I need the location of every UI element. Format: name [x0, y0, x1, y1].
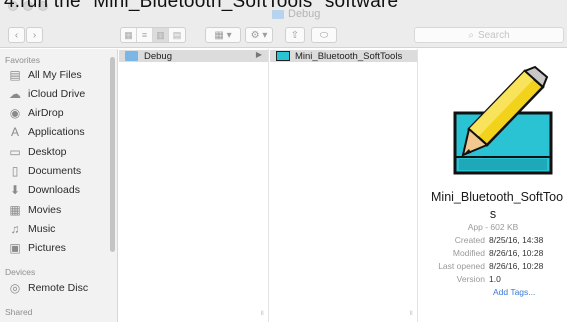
forward-button[interactable]: ›: [26, 27, 43, 43]
sidebar-item-airdrop[interactable]: ◉ AirDrop: [8, 104, 64, 122]
airdrop-icon: ◉: [9, 106, 21, 120]
share-icon: ⇧: [290, 29, 300, 41]
search-placeholder: Search: [477, 29, 510, 41]
sidebar-item-music[interactable]: ♫ Music: [8, 220, 56, 238]
sidebar-item-all-my-files[interactable]: ▤ All My Files: [8, 66, 82, 84]
sidebar-section-devices: Devices: [5, 267, 36, 277]
sidebar-item-downloads[interactable]: ⬇ Downloads: [8, 181, 80, 199]
list-item-label: Debug: [144, 50, 172, 62]
chevron-right-icon: ›: [32, 29, 37, 41]
all-files-icon: ▤: [9, 68, 21, 82]
cover-flow-button[interactable]: ▤: [169, 28, 185, 42]
music-icon: ♫: [10, 222, 20, 236]
sidebar-item-label: Movies: [28, 204, 62, 216]
share-button[interactable]: ⇧: [285, 27, 305, 43]
sidebar-item-label: Documents: [28, 165, 82, 177]
sidebar-item-label: Remote Disc: [28, 282, 89, 294]
folder-icon: [125, 51, 138, 61]
sidebar-scrollbar[interactable]: [110, 57, 115, 252]
column-resize-handle[interactable]: ॥: [260, 309, 264, 318]
applications-icon: A: [10, 125, 19, 139]
cloud-icon: ☁: [9, 87, 21, 101]
sidebar-item-label: Downloads: [28, 184, 80, 196]
list-item-mini-bluetooth-softtools[interactable]: Mini_Bluetooth_SoftTools: [270, 50, 417, 62]
sidebar-item-label: Music: [28, 223, 56, 235]
sidebar-item-label: Desktop: [28, 146, 67, 158]
cover-flow-icon: ▤: [172, 29, 182, 40]
tags-button[interactable]: ⬭: [311, 27, 337, 43]
browser-column-2: Mini_Bluetooth_SoftTools ॥: [270, 49, 418, 322]
meta-modified: Modified 8/26/16, 10:28: [452, 248, 544, 258]
sidebar-item-remote-disc[interactable]: ◎ Remote Disc: [8, 279, 88, 297]
chevron-left-icon: ‹: [14, 29, 19, 41]
sidebar-item-movies[interactable]: ▦ Movies: [8, 201, 61, 219]
meta-last-opened: Last opened 8/26/16, 10:28: [438, 261, 544, 271]
icon-view-icon: ▦: [124, 29, 133, 40]
column-view-icon: ▥: [156, 29, 165, 40]
icon-view-button[interactable]: ▦: [121, 28, 137, 42]
sidebar-item-applications[interactable]: A Applications: [8, 123, 85, 141]
sidebar-item-icloud-drive[interactable]: ☁ iCloud Drive: [8, 85, 85, 103]
meta-created: Created 8/25/16, 14:38: [454, 235, 544, 245]
sidebar-item-label: AirDrop: [28, 107, 64, 119]
preview-file-name-continued: s: [489, 207, 497, 221]
disclosure-arrow-icon: ▶: [255, 50, 262, 59]
list-item-label: Mini_Bluetooth_SoftTools: [295, 50, 403, 62]
disc-icon: ◎: [9, 281, 21, 295]
sidebar-section-favorites: Favorites: [5, 55, 40, 65]
arrange-button[interactable]: ▦ ▾: [205, 27, 241, 43]
documents-icon: ▯: [11, 164, 19, 178]
app-icon: [276, 51, 290, 61]
sidebar-item-desktop[interactable]: ▭ Desktop: [8, 143, 67, 161]
preview-pane: Mini_Bluetooth_SoftToo s App - 602 KB Cr…: [419, 49, 567, 322]
sidebar-item-pictures[interactable]: ▣ Pictures: [8, 239, 66, 257]
column-view-button[interactable]: ▥: [153, 28, 169, 42]
instruction-caption: 4.run the "Mini_Bluetooth_SoftTools" sof…: [4, 0, 399, 12]
sidebar-item-label: Pictures: [28, 242, 66, 254]
tag-icon: ⬭: [319, 29, 329, 41]
preview-file-name: Mini_Bluetooth_SoftToo: [431, 190, 564, 204]
sidebar: Favorites ▤ All My Files ☁ iCloud Drive …: [0, 49, 118, 322]
toolbar: ‹ › ▦ ≡ ▥ ▤ ▦ ▾ ⚙ ▾ ⇧ ⬭ ⌕ Search: [0, 24, 567, 48]
downloads-icon: ⬇: [9, 183, 21, 197]
browser-column-1: Debug ▶ ॥: [119, 49, 269, 322]
movies-icon: ▦: [9, 203, 21, 217]
column-resize-handle[interactable]: ॥: [409, 309, 413, 318]
search-field[interactable]: ⌕ Search: [414, 27, 564, 43]
preview-file-kind: App - 602 KB: [467, 222, 519, 232]
add-tags-link[interactable]: Add Tags...: [493, 287, 535, 297]
sidebar-item-label: iCloud Drive: [28, 88, 86, 100]
sidebar-section-shared: Shared: [5, 307, 33, 317]
action-button[interactable]: ⚙ ▾: [245, 27, 273, 43]
list-view-button[interactable]: ≡: [137, 28, 153, 42]
desktop-icon: ▭: [9, 145, 21, 159]
list-item-debug-folder[interactable]: Debug ▶: [119, 50, 268, 62]
search-icon: ⌕: [468, 29, 474, 41]
sidebar-item-label: Applications: [28, 126, 85, 138]
arrange-icon: ▦ ▾: [214, 29, 232, 41]
sidebar-item-label: All My Files: [28, 69, 82, 81]
meta-version: Version 1.0: [456, 274, 501, 284]
list-view-icon: ≡: [141, 30, 148, 40]
pencil-app-icon: [453, 65, 553, 175]
pictures-icon: ▣: [9, 241, 21, 255]
back-button[interactable]: ‹: [8, 27, 25, 43]
sidebar-item-documents[interactable]: ▯ Documents: [8, 162, 81, 180]
view-mode-group: ▦ ≡ ▥ ▤: [120, 27, 186, 43]
gear-icon: ⚙ ▾: [250, 29, 268, 41]
